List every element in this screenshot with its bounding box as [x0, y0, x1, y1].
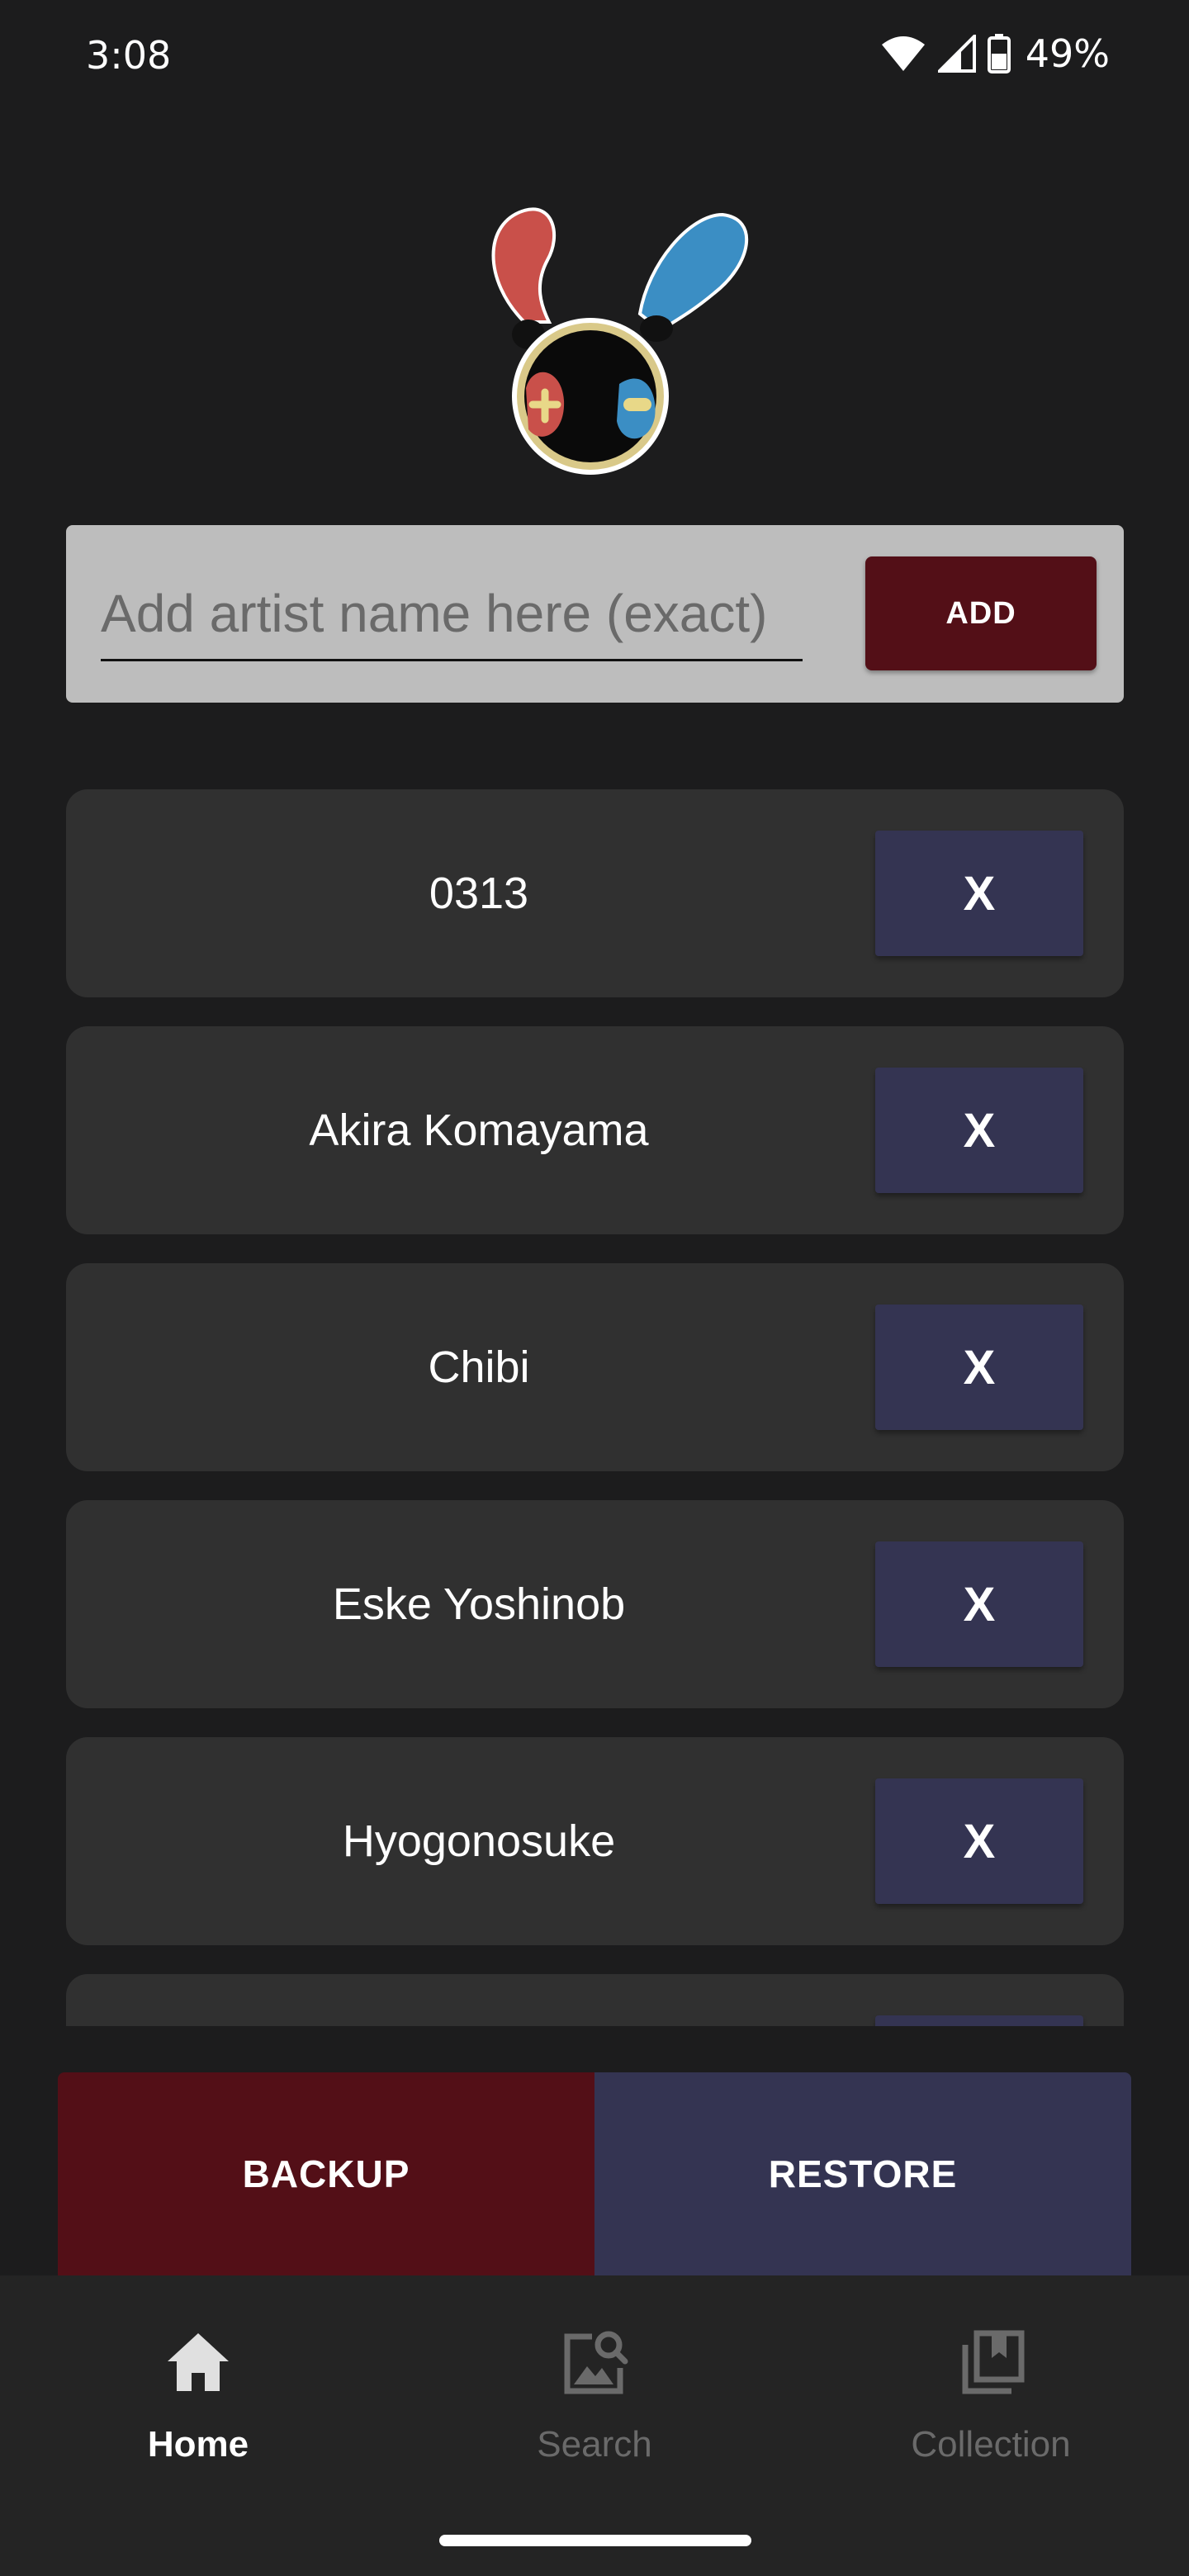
add-artist-panel: ADD [66, 525, 1124, 703]
backup-button[interactable]: BACKUP [58, 2072, 594, 2275]
remove-artist-button[interactable]: X [875, 1778, 1083, 1904]
artist-row-partial [66, 1974, 1124, 2026]
remove-artist-button[interactable] [875, 2015, 1083, 2026]
status-time: 3:08 [86, 33, 172, 78]
nav-item-search[interactable]: Search [396, 2325, 793, 2523]
remove-artist-button[interactable]: X [875, 1305, 1083, 1430]
bottom-nav: Home Search Collection [0, 2275, 1189, 2576]
add-button[interactable]: ADD [865, 556, 1097, 670]
nav-label-search: Search [537, 2424, 652, 2465]
image-search-icon [564, 2331, 628, 2394]
home-icon [168, 2333, 229, 2391]
backup-restore-bar: BACKUP RESTORE [58, 2072, 1131, 2275]
wifi-icon [881, 36, 925, 71]
artist-list[interactable]: 0313 X Akira Komayama X Chibi X Eske Yos… [66, 789, 1124, 2026]
nav-item-collection[interactable]: Collection [793, 2325, 1189, 2523]
artist-row: Akira Komayama X [66, 1026, 1124, 1234]
nav-item-home[interactable]: Home [0, 2325, 396, 2523]
remove-artist-button[interactable]: X [875, 1068, 1083, 1193]
status-icons: 49% [880, 31, 1110, 76]
artist-row: Hyogonosuke X [66, 1737, 1124, 1945]
battery-icon [987, 34, 1011, 73]
nav-label-collection: Collection [911, 2424, 1071, 2465]
artist-name: Eske Yoshinob [332, 1579, 626, 1629]
artist-name: 0313 [429, 869, 529, 918]
artist-row: 0313 X [66, 789, 1124, 997]
app-logo [491, 207, 749, 475]
status-bar: 3:08 49% [0, 0, 1189, 116]
nav-label-home: Home [147, 2424, 249, 2465]
artist-name: Hyogonosuke [342, 1816, 616, 1866]
battery-percent: 49% [1025, 31, 1110, 76]
artist-row: Chibi X [66, 1263, 1124, 1471]
remove-artist-button[interactable]: X [875, 831, 1083, 956]
artist-name-input[interactable] [101, 568, 803, 661]
signal-icon [937, 35, 976, 73]
remove-artist-button[interactable]: X [875, 1541, 1083, 1667]
restore-button[interactable]: RESTORE [594, 2072, 1131, 2275]
artist-name: Akira Komayama [309, 1106, 649, 1155]
gesture-handle[interactable] [439, 2535, 751, 2546]
collection-icon [962, 2330, 1025, 2394]
artist-row: Eske Yoshinob X [66, 1500, 1124, 1708]
artist-name: Chibi [428, 1342, 530, 1392]
